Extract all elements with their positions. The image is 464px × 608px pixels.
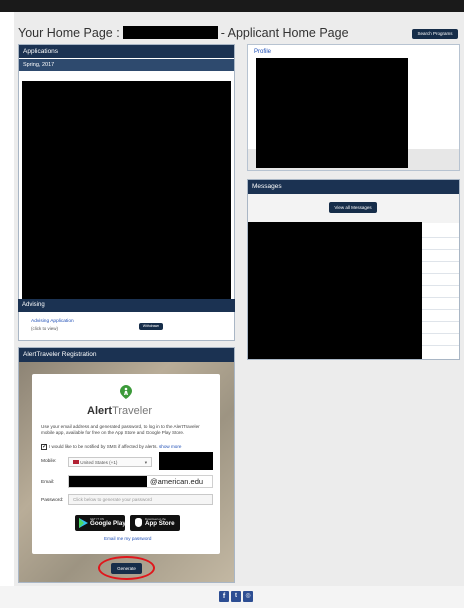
page-title: Your Home Page : - Applicant Home Page: [18, 26, 349, 42]
password-label: Password:: [41, 498, 64, 503]
generate-button[interactable]: Generate: [111, 563, 142, 574]
applications-header: Applications: [19, 45, 234, 58]
apple-icon: [135, 518, 142, 527]
google-play-icon: [79, 518, 88, 528]
messages-panel: Messages View all Messages: [247, 179, 460, 360]
search-programs-button[interactable]: Search Programs: [412, 29, 458, 39]
profile-header[interactable]: Profile: [254, 49, 271, 55]
advising-header: Advising: [18, 299, 235, 312]
twitter-icon[interactable]: t: [231, 591, 241, 602]
alerttraveler-brand: AlertTraveler: [87, 405, 152, 417]
google-play-button[interactable]: GET IT ON Google Play: [75, 515, 126, 531]
instagram-icon[interactable]: ◎: [243, 591, 253, 602]
messages-redacted: [248, 222, 422, 359]
applications-term: Spring, 2017: [19, 59, 234, 71]
mobile-number-redacted: [159, 452, 213, 470]
applications-redacted: [22, 81, 231, 331]
status-badge: Withdrawn: [139, 323, 163, 330]
title-suffix: - Applicant Home Page: [220, 26, 349, 40]
password-field[interactable]: Click below to generate your password: [68, 494, 213, 505]
profile-redacted: [256, 58, 408, 168]
profile-panel: Profile: [247, 44, 460, 171]
alerttraveler-logo-icon: [120, 385, 132, 399]
email-field[interactable]: @american.edu: [68, 475, 213, 488]
email-label: Email:: [41, 480, 55, 485]
email-user-redacted: [69, 476, 147, 487]
brand-bold: Alert: [87, 405, 113, 417]
top-bar: [0, 0, 464, 12]
view-all-messages-button[interactable]: View all Messages: [329, 202, 377, 213]
alerttraveler-header: AlertTraveler Registration: [19, 348, 234, 362]
applications-panel: Applications Spring, 2017: [18, 44, 235, 341]
advising-click-hint: (click to view): [31, 326, 59, 331]
messages-toolbar: View all Messages: [248, 194, 459, 223]
sms-text: I would like to be notified by SMS if af…: [49, 444, 158, 449]
advising-row: Advising Application (click to view) Wit…: [18, 312, 235, 341]
sms-label: I would like to be notified by SMS if af…: [49, 444, 181, 449]
messages-header: Messages: [248, 180, 459, 194]
email-password-link[interactable]: Email me my password: [104, 536, 151, 541]
us-flag-icon: [73, 460, 79, 464]
redacted-name: [122, 26, 218, 39]
alerttraveler-description: Use your email address and generated pas…: [41, 424, 200, 435]
advising-application-link[interactable]: Advising Application: [31, 319, 74, 324]
sms-checkbox[interactable]: ✓: [41, 444, 47, 450]
password-placeholder: Click below to generate your password: [73, 497, 152, 502]
google-play-big: Google Play: [90, 520, 126, 527]
registration-card: AlertTraveler Use your email address and…: [32, 374, 220, 554]
mobile-label: Mobile:: [41, 459, 57, 464]
brand-light: Traveler: [112, 405, 152, 417]
chevron-down-icon: ▾: [144, 460, 147, 465]
facebook-icon[interactable]: f: [219, 591, 229, 602]
app-store-button[interactable]: Download on the App Store: [130, 515, 180, 531]
email-domain: @american.edu: [150, 477, 204, 486]
country-value: United States (+1): [80, 460, 118, 465]
app-store-big: App Store: [145, 520, 175, 527]
show-more-link[interactable]: show more: [159, 444, 181, 449]
title-prefix: Your Home Page :: [18, 26, 120, 40]
country-select[interactable]: United States (+1) ▾: [68, 457, 152, 467]
